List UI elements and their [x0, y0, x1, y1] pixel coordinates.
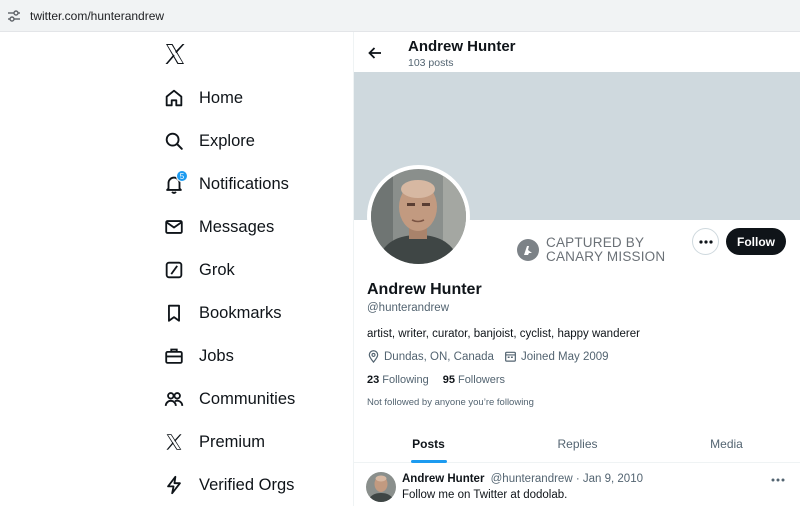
location-pin-icon	[368, 350, 379, 363]
calendar-icon	[505, 351, 516, 362]
briefcase-icon	[160, 342, 188, 370]
tweet-more-button[interactable]	[768, 470, 788, 490]
sidebar-item-premium[interactable]: Premium	[160, 426, 265, 458]
notification-badge: 5	[176, 170, 188, 182]
search-icon	[160, 127, 188, 155]
lightning-icon	[160, 471, 188, 499]
tweet-author-name[interactable]: Andrew Hunter	[402, 473, 484, 485]
followers-link[interactable]: 95 Followers	[443, 374, 505, 386]
sidebar-item-label: Jobs	[199, 346, 234, 365]
location-text: Dundas, ON, Canada	[384, 350, 494, 363]
profile-handle: @hunterandrew	[367, 302, 449, 314]
ellipsis-icon	[771, 478, 785, 482]
arrow-left-icon	[368, 47, 381, 59]
mutual-followers-note: Not followed by anyone you’re following	[367, 397, 534, 408]
tweet-text: Follow me on Twitter at dodolab.	[402, 489, 568, 501]
tab-replies[interactable]: Replies	[503, 425, 652, 463]
header-profile-name: Andrew Hunter	[408, 38, 516, 55]
sidebar-item-label: Grok	[199, 260, 235, 279]
following-label: Following	[382, 374, 429, 386]
profile-joined: Joined May 2009	[504, 350, 609, 363]
sidebar-item-bookmarks[interactable]: Bookmarks	[160, 297, 282, 329]
sidebar-item-notifications[interactable]: 5 Notifications	[160, 168, 289, 200]
ellipsis-icon	[698, 239, 713, 244]
tweet-item[interactable]: Andrew Hunter @hunterandrew · Jan 9, 201…	[354, 464, 800, 506]
followers-label: Followers	[457, 374, 506, 386]
sidebar-item-label: Communities	[199, 389, 296, 408]
joined-text: Joined May 2009	[520, 350, 609, 363]
grok-icon	[160, 256, 188, 284]
sidebar-item-label: Messages	[199, 217, 275, 236]
tweet-avatar[interactable]	[366, 472, 396, 502]
sidebar-item-grok[interactable]: Grok	[160, 254, 235, 286]
sidebar-item-messages[interactable]: Messages	[160, 211, 274, 243]
sidebar-item-verified-orgs[interactable]: Verified Orgs	[160, 469, 294, 501]
x-logo-icon	[160, 428, 188, 456]
tab-label: Media	[710, 437, 743, 451]
sidebar-item-communities[interactable]: Communities	[160, 383, 295, 415]
profile-tabs: Posts Replies Media	[354, 425, 800, 463]
tab-media[interactable]: Media	[652, 425, 800, 463]
profile-location: Dundas, ON, Canada	[367, 350, 494, 363]
header-post-count: 103 posts	[408, 57, 454, 69]
sidebar-item-label: Premium	[199, 432, 266, 451]
tab-label: Posts	[412, 437, 445, 451]
follow-button[interactable]: Follow	[726, 228, 786, 255]
sidebar-item-label: Home	[199, 88, 244, 107]
following-count: 23	[367, 374, 380, 386]
profile-bio: artist, writer, curator, banjoist, cycli…	[367, 328, 640, 340]
canary-mission-watermark: CAPTURED BY CANARY MISSION	[516, 236, 665, 264]
sidebar-item-home[interactable]: Home	[160, 82, 243, 114]
tweet-header: Andrew Hunter @hunterandrew · Jan 9, 201…	[402, 473, 643, 485]
followers-count: 95	[442, 374, 455, 386]
profile-meta: Dundas, ON, Canada Joined May 2009	[367, 350, 619, 363]
sidebar-item-label: Verified Orgs	[199, 475, 295, 494]
sidebar-item-label: Bookmarks	[199, 303, 282, 322]
people-icon	[160, 385, 188, 413]
tweet-separator: ·	[575, 473, 580, 485]
sidebar-item-label: Explore	[199, 131, 255, 150]
sidebar-item-explore[interactable]: Explore	[160, 125, 255, 157]
x-logo-icon[interactable]	[163, 42, 187, 66]
sidebar-item-label: Notifications	[199, 174, 289, 193]
tweet-author-handle[interactable]: @hunterandrew	[491, 473, 573, 485]
envelope-icon	[160, 213, 188, 241]
home-icon	[160, 84, 188, 112]
site-settings-icon[interactable]	[6, 8, 22, 24]
bell-icon: 5	[160, 170, 188, 198]
watermark-line-1: CAPTURED BY	[546, 235, 645, 250]
avatar-photo	[371, 169, 466, 264]
tab-label: Replies	[557, 437, 598, 451]
canary-bird-icon	[517, 239, 539, 261]
tweet-date[interactable]: Jan 9, 2010	[583, 473, 643, 485]
sidebar-item-jobs[interactable]: Jobs	[160, 340, 234, 372]
browser-address-bar[interactable]: twitter.com/hunterandrew	[0, 0, 800, 32]
back-button[interactable]	[362, 40, 388, 66]
sidebar-nav: Home Explore 5 Notifications Messages Gr…	[0, 32, 353, 506]
url-text[interactable]: twitter.com/hunterandrew	[30, 9, 164, 23]
profile-column: Andrew Hunter 103 posts CAPTURED BY CANA…	[353, 32, 800, 506]
profile-avatar[interactable]	[367, 165, 470, 268]
profile-name: Andrew Hunter	[367, 281, 482, 298]
profile-stats: 23 Following 95 Followers	[367, 374, 519, 386]
more-options-button[interactable]	[692, 228, 719, 255]
bookmark-icon	[160, 299, 188, 327]
active-tab-indicator	[410, 460, 447, 463]
following-link[interactable]: 23 Following	[367, 374, 429, 386]
watermark-line-2: CANARY MISSION	[546, 249, 666, 264]
tab-posts[interactable]: Posts	[354, 425, 503, 463]
